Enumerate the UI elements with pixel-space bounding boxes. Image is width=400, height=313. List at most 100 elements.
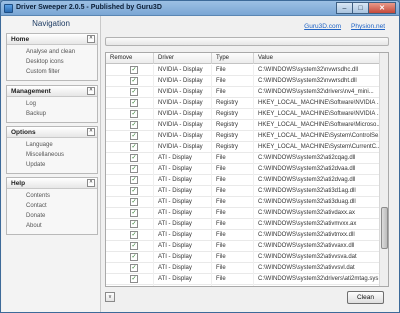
- table-row[interactable]: ✓ ATI - Display File C:\WINDOWS\system32\at…: [106, 175, 380, 186]
- scrollbar-thumb[interactable]: [381, 207, 388, 249]
- type-cell: Registry: [212, 109, 254, 120]
- table-row[interactable]: ✓ NVIDIA - Display Registry HKEY_LOCAL_MACH…: [106, 131, 380, 142]
- table-row[interactable]: ✓ ATI - Display File C:\WINDOWS\system32\at…: [106, 197, 380, 208]
- table-row[interactable]: ✓ ATI - Display File C:\WINDOWS\system32\at…: [106, 219, 380, 230]
- remove-checkbox[interactable]: ✓: [130, 286, 138, 287]
- collapse-icon[interactable]: ^: [87, 128, 95, 136]
- driver-cell: ATI - Display: [154, 230, 212, 241]
- clean-button[interactable]: Clean: [347, 291, 384, 304]
- type-cell: File: [212, 252, 254, 263]
- nav-item-update[interactable]: Update: [26, 160, 97, 170]
- remove-checkbox[interactable]: ✓: [130, 264, 138, 272]
- remove-checkbox[interactable]: ✓: [130, 176, 138, 184]
- table-row[interactable]: ✓ ATI - Display File C:\WINDOWS\system32\at…: [106, 252, 380, 263]
- column-header-value[interactable]: Value: [254, 53, 380, 64]
- nav-item-desktop-icons[interactable]: Desktop icons: [26, 57, 97, 67]
- table-row[interactable]: ✓ NVIDIA - Display Registry HKEY_LOCAL_MACH…: [106, 120, 380, 131]
- nav-section-title[interactable]: Home ^: [7, 34, 97, 45]
- remove-checkbox[interactable]: ✓: [130, 99, 138, 107]
- nav-item-contents[interactable]: Contents: [26, 191, 97, 201]
- table-header: Remove Driver Type Value: [106, 53, 380, 64]
- maximize-button[interactable]: □: [352, 2, 369, 14]
- value-cell: C:\WINDOWS\system32\ativvsvl.dat: [254, 263, 380, 274]
- table-row[interactable]: ✓ ATI - Display File C:\WINDOWS\system32\at…: [106, 208, 380, 219]
- nav-section-title[interactable]: Help ^: [7, 178, 97, 189]
- type-cell: File: [212, 164, 254, 175]
- remove-cell: ✓: [106, 131, 154, 142]
- table-row[interactable]: ✓ NVIDIA - Display Registry HKEY_LOCAL_MACH…: [106, 98, 380, 109]
- remove-checkbox[interactable]: ✓: [130, 121, 138, 129]
- type-cell: File: [212, 219, 254, 230]
- table-row[interactable]: ✓ NVIDIA - Display File C:\WINDOWS\system32…: [106, 87, 380, 98]
- value-cell: HKEY_LOCAL_MACHINE\Software\Microso...: [254, 120, 380, 131]
- column-header-type[interactable]: Type: [212, 53, 254, 64]
- table-row[interactable]: ✓ NVIDIA - Display Registry HKEY_LOCAL_MACH…: [106, 142, 380, 153]
- table-row[interactable]: ✓ NVIDIA - Display File C:\WINDOWS\system32…: [106, 76, 380, 87]
- table-row[interactable]: ✓ ATI - Display File C:\WINDOWS\system32\at…: [106, 186, 380, 197]
- table-row[interactable]: ✓ ATI - DisplayFileC:\WINDOWS\system32\dr…: [106, 274, 380, 285]
- nav-section-title-text: Options: [11, 129, 36, 136]
- nav-item-miscellaneous[interactable]: Miscellaneous: [26, 150, 97, 160]
- remove-checkbox[interactable]: ✓: [130, 165, 138, 173]
- remove-checkbox[interactable]: ✓: [130, 242, 138, 250]
- expand-button[interactable]: v: [105, 292, 115, 302]
- table-row[interactable]: ✓ ATI - Display File C:\WINDOWS\system32\at…: [106, 153, 380, 164]
- nav-item-contact[interactable]: Contact: [26, 201, 97, 211]
- remove-checkbox[interactable]: ✓: [130, 77, 138, 85]
- nav-item-analyse-and-clean[interactable]: Analyse and clean: [26, 47, 97, 57]
- nav-item-log[interactable]: Log: [26, 99, 97, 109]
- nav-item-donate[interactable]: Donate: [26, 211, 97, 221]
- table-row[interactable]: ✓ ATI - DisplayFileC:\WINDOWS\system32\dr…: [106, 285, 380, 287]
- collapse-icon[interactable]: ^: [87, 35, 95, 43]
- table-row[interactable]: ✓ NVIDIA - Display File C:\WINDOWS\system32…: [106, 65, 380, 76]
- nav-item-language[interactable]: Language: [26, 140, 97, 150]
- remove-checkbox[interactable]: ✓: [130, 66, 138, 74]
- remove-checkbox[interactable]: ✓: [130, 253, 138, 261]
- value-cell: C:\WINDOWS\system32\ati2cqag.dll: [254, 153, 380, 164]
- driver-cell: ATI - Display: [154, 197, 212, 208]
- table-row[interactable]: ✓ ATI - Display File C:\WINDOWS\system32\at…: [106, 230, 380, 241]
- type-cell: File: [212, 274, 254, 285]
- remove-checkbox[interactable]: ✓: [130, 143, 138, 151]
- remove-checkbox[interactable]: ✓: [130, 231, 138, 239]
- nav-section-title[interactable]: Management ^: [7, 86, 97, 97]
- nav-section-title[interactable]: Options ^: [7, 127, 97, 138]
- vertical-scrollbar[interactable]: [379, 53, 388, 286]
- value-cell: C:\WINDOWS\system32\drivers\ati2mtag.sys: [254, 274, 380, 285]
- type-cell: File: [212, 186, 254, 197]
- driver-cell: NVIDIA - Display: [154, 65, 212, 76]
- remove-checkbox[interactable]: ✓: [130, 209, 138, 217]
- minimize-button[interactable]: –: [336, 2, 353, 14]
- type-cell: File: [212, 65, 254, 76]
- progress-bar: [105, 37, 389, 46]
- remove-checkbox[interactable]: ✓: [130, 132, 138, 140]
- remove-cell: ✓: [106, 274, 154, 285]
- nav-item-backup[interactable]: Backup: [26, 109, 97, 119]
- table-row[interactable]: ✓ ATI - Display File C:\WINDOWS\system32\at…: [106, 164, 380, 175]
- column-header-remove[interactable]: Remove: [106, 53, 154, 64]
- collapse-icon[interactable]: ^: [87, 87, 95, 95]
- physion-link[interactable]: Physion.net: [351, 23, 385, 30]
- remove-cell: ✓: [106, 120, 154, 131]
- nav-item-custom-filter[interactable]: Custom filter: [26, 67, 97, 77]
- remove-checkbox[interactable]: ✓: [130, 154, 138, 162]
- remove-checkbox[interactable]: ✓: [130, 187, 138, 195]
- remove-checkbox[interactable]: ✓: [130, 110, 138, 118]
- remove-checkbox[interactable]: ✓: [130, 220, 138, 228]
- remove-checkbox[interactable]: ✓: [130, 198, 138, 206]
- table-row[interactable]: ✓ ATI - Display File C:\WINDOWS\system32\at…: [106, 241, 380, 252]
- remove-cell: ✓: [106, 186, 154, 197]
- guru3d-link[interactable]: Guru3D.com: [304, 23, 341, 30]
- remove-cell: ✓: [106, 65, 154, 76]
- collapse-icon[interactable]: ^: [87, 179, 95, 187]
- remove-checkbox[interactable]: ✓: [130, 275, 138, 283]
- remove-checkbox[interactable]: ✓: [130, 88, 138, 96]
- close-button[interactable]: ✕: [368, 2, 396, 14]
- table-row[interactable]: ✓ ATI - Display File C:\WINDOWS\system32\at…: [106, 263, 380, 274]
- driver-cell: ATI - Display: [154, 186, 212, 197]
- value-cell: HKEY_LOCAL_MACHINE\System\CurrentC...: [254, 142, 380, 153]
- nav-item-about[interactable]: About: [26, 221, 97, 231]
- value-cell: HKEY_LOCAL_MACHINE\Software\NVIDIA ...: [254, 109, 380, 120]
- column-header-driver[interactable]: Driver: [154, 53, 212, 64]
- table-row[interactable]: ✓ NVIDIA - Display Registry HKEY_LOCAL_MACH…: [106, 109, 380, 120]
